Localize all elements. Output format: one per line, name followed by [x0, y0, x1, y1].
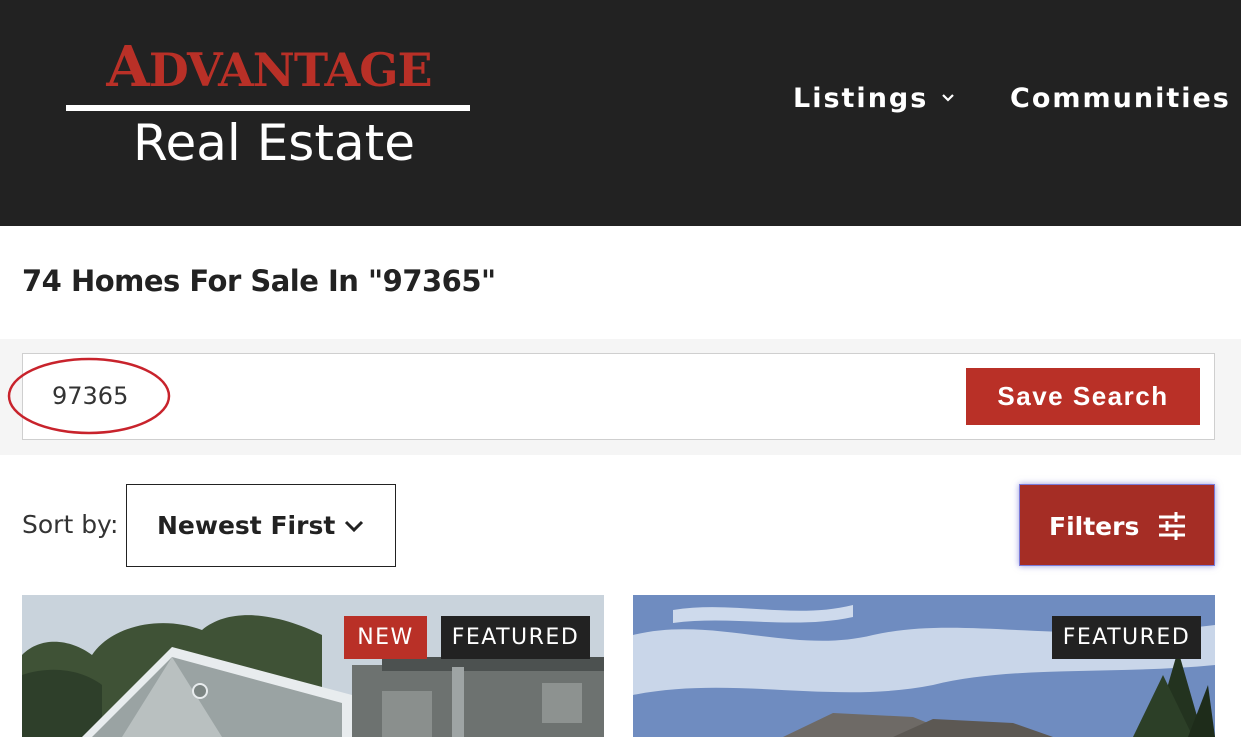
nav-item-label: Listings: [793, 82, 929, 114]
featured-badge: FEATURED: [1052, 616, 1201, 659]
filters-label: Filters: [1049, 512, 1140, 541]
chevron-down-icon: [942, 94, 955, 102]
sort-label: Sort by:: [22, 510, 119, 539]
sort-selected-value: Newest First: [157, 511, 336, 540]
nav-item-communities[interactable]: Communities: [1010, 80, 1241, 116]
save-search-button[interactable]: Save Search: [966, 368, 1200, 425]
sort-select[interactable]: Newest First: [126, 484, 396, 567]
filters-button[interactable]: Filters: [1019, 484, 1215, 566]
new-badge: NEW: [344, 616, 427, 659]
sliders-icon: [1159, 512, 1185, 540]
logo-wordmark-bottom: Real Estate: [133, 114, 415, 172]
highlight-circle-annotation: [7, 357, 171, 435]
nav-item-listings[interactable]: Listings: [793, 80, 956, 116]
logo-wordmark-top: ADVANTAGE: [106, 34, 432, 100]
chevron-down-icon: [344, 520, 364, 533]
advantage-real-estate-logo[interactable]: ADVANTAGE Real Estate: [66, 34, 472, 172]
page-title: 74 Homes For Sale In "97365": [22, 264, 496, 298]
logo-divider: [66, 105, 470, 111]
featured-badge: FEATURED: [441, 616, 590, 659]
nav-item-label: Communities: [1010, 82, 1231, 114]
site-header: ADVANTAGE Real Estate Listings Communiti…: [0, 0, 1241, 226]
